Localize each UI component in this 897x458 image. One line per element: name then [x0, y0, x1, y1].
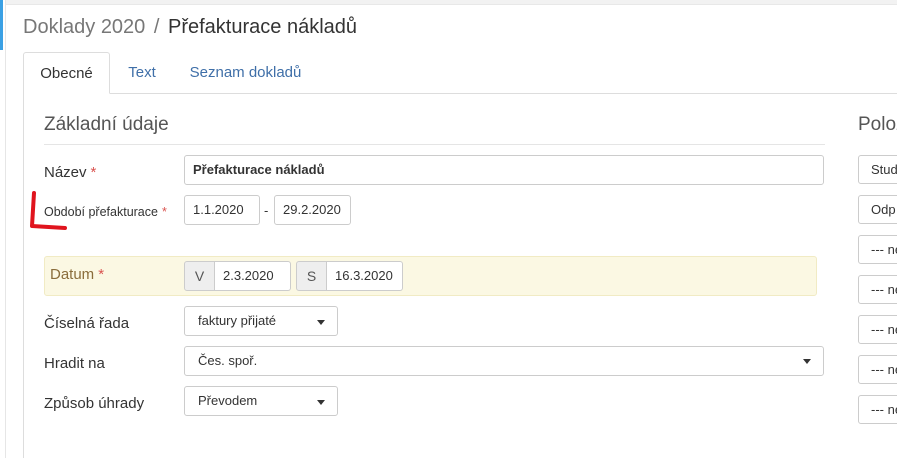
- date-label: Datum *: [50, 266, 104, 283]
- name-input[interactable]: Přefakturace nákladů: [184, 155, 824, 185]
- required-mark: *: [98, 266, 105, 283]
- payment-method-select-value: Převodem: [198, 393, 258, 408]
- series-select[interactable]: faktury přijaté: [184, 306, 338, 336]
- caret-down-icon: [803, 359, 811, 364]
- payment-method-select[interactable]: Převodem: [184, 386, 338, 416]
- section-title-basic: Základní údaje: [44, 114, 169, 135]
- breadcrumb-link[interactable]: Doklady 2020: [23, 16, 145, 38]
- item-select[interactable]: --- ne: [858, 235, 897, 264]
- red-bracket-mark: [30, 191, 67, 230]
- date-s-addon: S: [296, 261, 327, 291]
- left-divider: [5, 0, 6, 458]
- required-mark: *: [161, 205, 167, 219]
- item-select[interactable]: --- ne: [858, 275, 897, 304]
- tab-document-list[interactable]: Seznam dokladů: [183, 52, 308, 94]
- page-title: Doklady 2020 / Přefakturace nákladů: [23, 16, 357, 39]
- top-bar-border: [6, 4, 897, 5]
- item-field[interactable]: Stud: [858, 155, 897, 184]
- page-title-text: Přefakturace nákladů: [168, 16, 358, 38]
- date-row: Datum *: [44, 256, 817, 296]
- pay-to-select-value: Čes. spoř.: [198, 353, 258, 368]
- section-divider: [44, 144, 825, 145]
- item-select[interactable]: --- ne: [858, 395, 897, 424]
- date-v-addon: V: [184, 261, 215, 291]
- pay-to-select[interactable]: Čes. spoř.: [184, 346, 824, 376]
- name-label: Název *: [44, 164, 96, 181]
- required-mark: *: [90, 164, 97, 181]
- caret-down-icon: [317, 320, 325, 325]
- tab-baseline: [110, 93, 897, 94]
- panel-border: [23, 93, 24, 458]
- items-section-title: Polož: [858, 114, 897, 135]
- item-field[interactable]: Odp: [858, 195, 897, 224]
- tab-text[interactable]: Text: [119, 52, 165, 94]
- payment-method-label: Způsob úhrady: [44, 395, 145, 412]
- date-v-input[interactable]: 2.3.2020: [215, 261, 291, 291]
- item-select[interactable]: --- ne: [858, 355, 897, 384]
- tab-general[interactable]: Obecné: [23, 52, 110, 94]
- item-select[interactable]: --- ne: [858, 315, 897, 344]
- date-label-text: Datum: [50, 266, 95, 283]
- name-label-text: Název: [44, 164, 87, 181]
- pay-to-label: Hradit na: [44, 355, 105, 372]
- left-accent-bar: [0, 0, 3, 50]
- series-select-value: faktury přijaté: [198, 313, 277, 328]
- series-label: Číselná řada: [44, 315, 130, 332]
- period-to-input[interactable]: 29.2.2020: [274, 195, 351, 225]
- caret-down-icon: [317, 400, 325, 405]
- period-from-input[interactable]: 1.1.2020: [184, 195, 260, 225]
- date-s-input[interactable]: 16.3.2020: [327, 261, 403, 291]
- period-separator: -: [264, 203, 269, 218]
- breadcrumb-separator: /: [153, 16, 160, 38]
